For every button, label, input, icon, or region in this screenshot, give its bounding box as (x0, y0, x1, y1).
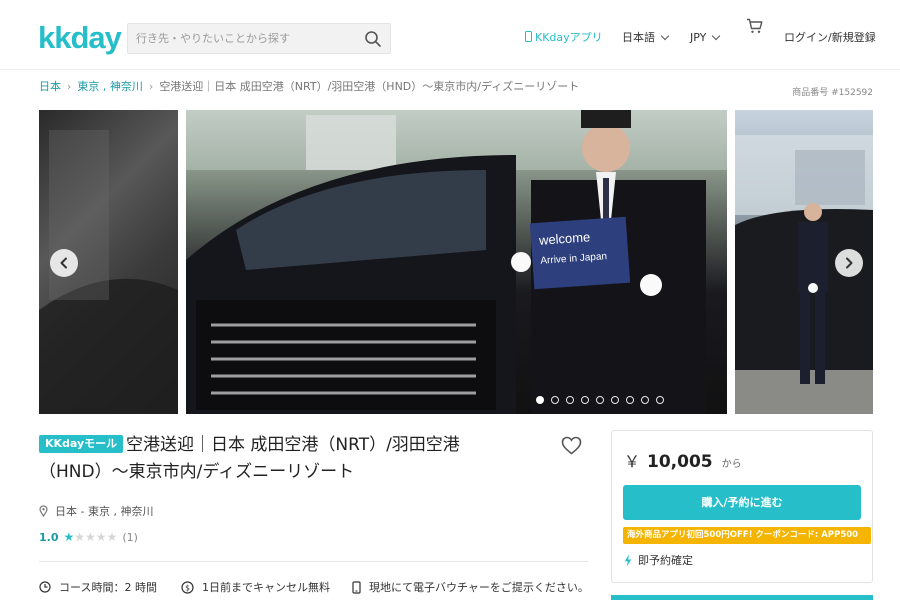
product-title: 空港送迎｜日本 成田空港（NRT）/羽田空港（HND）〜東京市内/ディズニーリゾ… (39, 435, 460, 482)
location-pin-icon (39, 505, 48, 517)
feature-cancellation: $ 1日前までキャンセル無料 (181, 579, 352, 595)
feature-duration-text: コース時間：2 時間 (59, 581, 157, 594)
instant-confirmation: 即予約確定 (624, 552, 693, 568)
rating-stars: ★★★★★ (64, 531, 118, 544)
location-text: 日本 - 東京 , 神奈川 (55, 505, 154, 518)
currency-selector[interactable]: JPY (690, 30, 721, 46)
refund-icon: $ (181, 580, 194, 594)
star-icon: ★ (74, 530, 86, 544)
svg-text:$: $ (185, 583, 190, 592)
language-label: 日本語 (622, 31, 655, 44)
phone-icon (525, 31, 532, 42)
sign-text-arrive: Arrive in Japan (540, 251, 608, 267)
photo-gallery: welcome Arrive in Japan (39, 110, 873, 414)
gallery-dot[interactable] (566, 396, 574, 404)
kkday-logo[interactable]: kkday (38, 22, 122, 54)
mobile-voucher-icon (352, 580, 361, 594)
language-selector[interactable]: 日本語 (622, 30, 670, 46)
rating-count: (1) (122, 531, 138, 544)
star-icon: ★ (85, 530, 96, 544)
rating-score: 1.0 (39, 531, 59, 544)
lightning-icon (624, 554, 632, 566)
product-rating[interactable]: 1.0 ★★★★★ (1) (39, 531, 138, 544)
gallery-dot[interactable] (611, 396, 619, 404)
breadcrumb-item-tokyo[interactable]: 東京 , 神奈川 (77, 80, 143, 93)
breadcrumb-chevron-icon: › (148, 80, 154, 93)
gallery-next-button[interactable] (835, 249, 863, 277)
gallery-dot[interactable] (641, 396, 649, 404)
login-link[interactable]: ログイン/新規登録 (784, 30, 876, 46)
breadcrumb: 日本 › 東京 , 神奈川 › 空港送迎｜日本 成田空港（NRT）/羽田空港（HND）〜… (39, 80, 579, 94)
coupon-banner[interactable]: 海外商品アプリ初回500円OFF! クーポンコード: APP500 (623, 527, 871, 544)
product-number: 商品番号 #152592 (792, 88, 873, 98)
booking-panel: ￥ 10,005 から 購入/予約に進む 海外商品アプリ初回500円OFF! ク… (611, 430, 873, 583)
panel-bottom-accent (611, 595, 873, 600)
breadcrumb-chevron-icon: › (67, 80, 72, 93)
feature-voucher-text: 現地にて電子バウチャーをご提示ください。 (369, 581, 589, 594)
currency-label: JPY (690, 31, 707, 44)
feature-duration: コース時間：2 時間 (39, 579, 181, 595)
product-features: コース時間：2 時間 $ 1日前までキャンセル無料 現地にて電子バウチャーをご提… (39, 579, 599, 595)
favorite-heart-icon[interactable] (561, 436, 582, 455)
app-download-link[interactable]: KKdayアプリ (525, 30, 603, 46)
breadcrumb-current: 空港送迎｜日本 成田空港（NRT）/羽田空港（HND）〜東京市内/ディズニーリゾ… (159, 80, 580, 93)
search-input[interactable] (136, 24, 358, 53)
price-amount: 10,005 (647, 452, 713, 472)
star-icon: ★ (106, 530, 118, 544)
sign-text-welcome: welcome (538, 229, 591, 248)
gallery-dot[interactable] (536, 396, 544, 404)
gallery-prev-button[interactable] (50, 249, 78, 277)
breadcrumb-item-japan[interactable]: 日本 (39, 80, 61, 93)
book-now-button[interactable]: 購入/予約に進む (623, 485, 861, 520)
price-display: ￥ 10,005 から (624, 448, 742, 472)
welcome-sign: welcome Arrive in Japan (529, 216, 631, 290)
chevron-down-icon (712, 31, 721, 41)
section-divider (39, 561, 588, 562)
star-icon: ★ (95, 530, 107, 544)
site-header: kkday KKdayアプリ 日本語 JPY ログイン/新規登録 (0, 0, 900, 70)
search-icon[interactable] (364, 30, 382, 48)
gallery-pagination-dots (536, 396, 664, 404)
price-suffix: から (721, 459, 742, 470)
chevron-right-icon (846, 257, 853, 269)
instant-confirmation-text: 即予約確定 (638, 554, 693, 567)
price-currency-symbol: ￥ (624, 452, 641, 471)
gallery-dot[interactable] (581, 396, 589, 404)
star-icon: ★ (63, 530, 75, 544)
gallery-dot[interactable] (551, 396, 559, 404)
gallery-dot[interactable] (626, 396, 634, 404)
clock-icon (39, 581, 51, 593)
app-link-label: KKdayアプリ (535, 31, 603, 44)
gallery-photo-driver-with-car[interactable]: welcome Arrive in Japan (186, 110, 727, 414)
cart-icon[interactable] (746, 18, 763, 39)
feature-cancellation-text: 1日前までキャンセル無料 (202, 581, 330, 594)
chevron-down-icon (660, 31, 670, 41)
product-location: 日本 - 東京 , 神奈川 (39, 503, 153, 519)
gallery-dot[interactable] (596, 396, 604, 404)
gallery-dot[interactable] (656, 396, 664, 404)
chevron-left-icon (60, 257, 67, 269)
search-box[interactable] (127, 23, 391, 54)
feature-voucher: 現地にて電子バウチャーをご提示ください。 (352, 579, 589, 595)
